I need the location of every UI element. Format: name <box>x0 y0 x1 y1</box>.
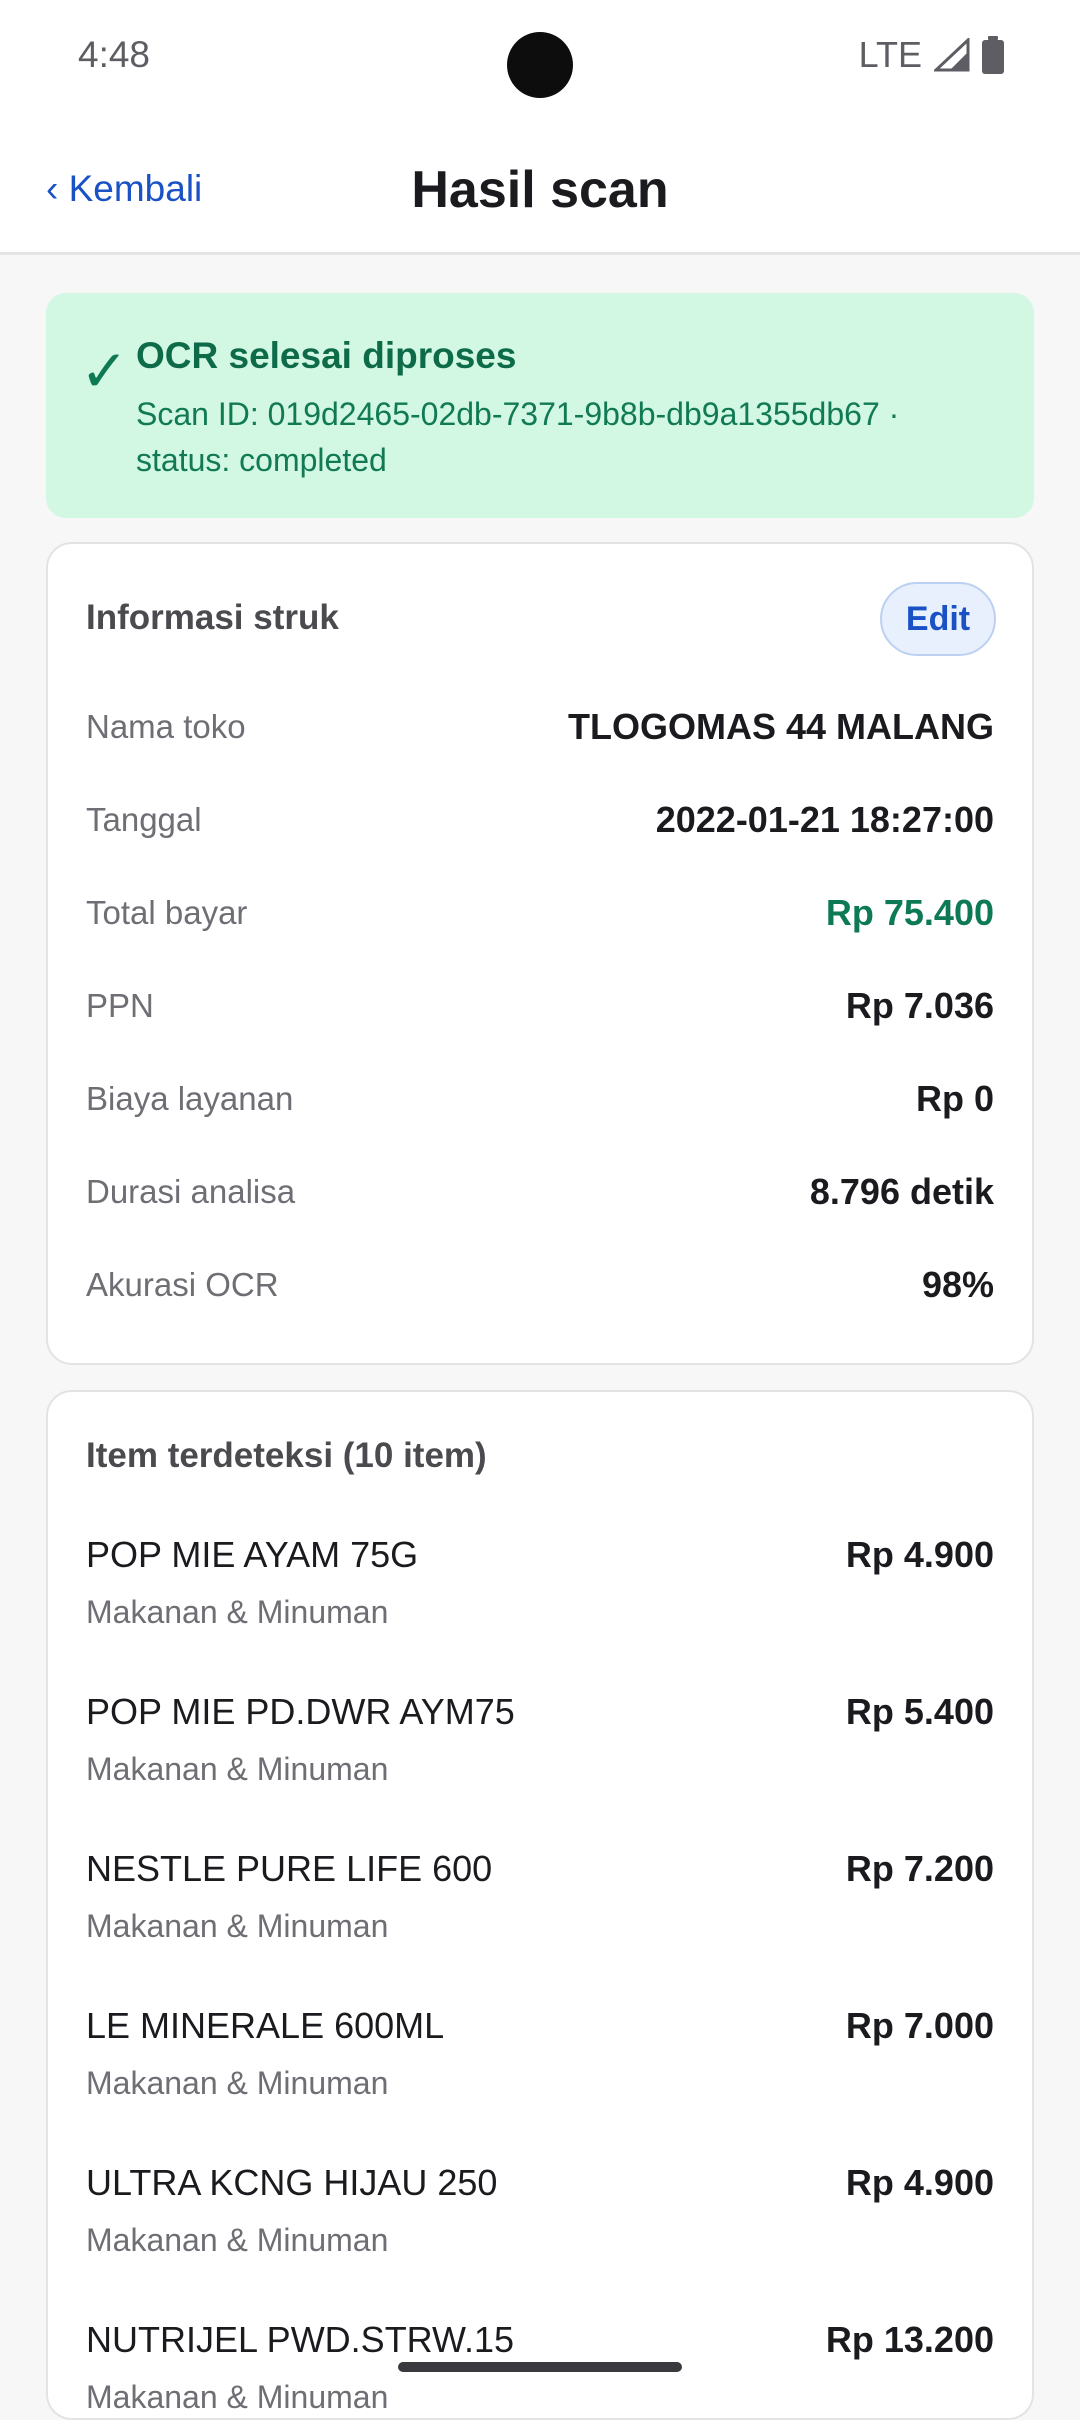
camera-cutout <box>507 32 573 98</box>
detected-items-card: Item terdeteksi (10 item) POP MIE AYAM 7… <box>46 1390 1034 2420</box>
info-row-total: Total bayar Rp 75.400 <box>86 888 994 938</box>
item-name: LE MINERALE 600ML <box>86 2005 445 2046</box>
item-category: Makanan & Minuman <box>86 2222 389 2258</box>
status-icons: LTE <box>859 34 1004 76</box>
item-name: ULTRA KCNG HIJAU 250 <box>86 2162 498 2203</box>
info-row-store: Nama toko TLOGOMAS 44 MALANG <box>86 702 994 752</box>
page-title: Hasil scan <box>411 161 669 219</box>
info-value: 8.796 detik <box>809 1171 994 1212</box>
item-price: Rp 7.000 <box>845 2005 994 2046</box>
list-item[interactable]: NESTLE PURE LIFE 600 Rp 7.200 Makanan & … <box>86 1848 994 1988</box>
info-value: 98% <box>921 1264 994 1305</box>
item-category: Makanan & Minuman <box>86 2065 389 2101</box>
banner-title: OCR selesai diproses <box>136 335 517 376</box>
item-name: NESTLE PURE LIFE 600 <box>86 1848 493 1889</box>
home-indicator[interactable] <box>398 2362 682 2372</box>
info-label: Total bayar <box>86 894 248 931</box>
network-type: LTE <box>858 34 922 75</box>
info-value: TLOGOMAS 44 MALANG <box>567 706 994 747</box>
app-bar: ‹ Kembali Hasil scan <box>0 118 1080 255</box>
info-label: Tanggal <box>86 801 202 838</box>
item-name: NUTRIJEL PWD.STRW.15 <box>86 2319 515 2360</box>
item-name: POP MIE AYAM 75G <box>86 1534 419 1575</box>
item-category: Makanan & Minuman <box>86 1594 389 1630</box>
list-item[interactable]: LE MINERALE 600ML Rp 7.000 Makanan & Min… <box>86 2005 994 2145</box>
item-category: Makanan & Minuman <box>86 2379 389 2415</box>
check-icon: ✓ <box>80 339 129 404</box>
info-value-total: Rp 75.400 <box>825 892 994 933</box>
info-row-accuracy: Akurasi OCR 98% <box>86 1260 994 1310</box>
info-row-ppn: PPN Rp 7.036 <box>86 981 994 1031</box>
info-value: Rp 0 <box>915 1078 994 1119</box>
info-row-duration: Durasi analisa 8.796 detik <box>86 1167 994 1217</box>
item-price: Rp 13.200 <box>825 2319 994 2360</box>
edit-button[interactable]: Edit <box>880 582 996 656</box>
info-label: Nama toko <box>86 708 246 745</box>
item-price: Rp 4.900 <box>845 1534 994 1575</box>
receipt-info-title: Informasi struk <box>86 598 339 637</box>
item-price: Rp 5.400 <box>845 1691 994 1732</box>
info-label: PPN <box>86 987 154 1024</box>
list-item[interactable]: POP MIE AYAM 75G Rp 4.900 Makanan & Minu… <box>86 1534 994 1674</box>
item-category: Makanan & Minuman <box>86 1908 389 1944</box>
info-row-service-fee: Biaya layanan Rp 0 <box>86 1074 994 1124</box>
list-item[interactable]: ULTRA KCNG HIJAU 250 Rp 4.900 Makanan & … <box>86 2162 994 2302</box>
banner-subtitle: Scan ID: 019d2465-02db-7371-9b8b-db9a135… <box>136 396 900 478</box>
info-value: Rp 7.036 <box>845 985 994 1026</box>
item-name: POP MIE PD.DWR AYM75 <box>86 1691 515 1732</box>
info-label: Durasi analisa <box>86 1173 296 1210</box>
item-price: Rp 7.200 <box>845 1848 994 1889</box>
success-banner: ✓ OCR selesai diproses Scan ID: 019d2465… <box>46 293 1034 518</box>
status-time: 4:48 <box>78 34 151 75</box>
receipt-info-card: Informasi struk Edit Nama toko TLOGOMAS … <box>46 542 1034 1365</box>
list-item[interactable]: POP MIE PD.DWR AYM75 Rp 5.400 Makanan & … <box>86 1691 994 1831</box>
info-label: Akurasi OCR <box>86 1266 279 1303</box>
status-bar: 4:48 LTE <box>0 0 1080 118</box>
info-value: 2022-01-21 18:27:00 <box>655 799 994 840</box>
info-label: Biaya layanan <box>86 1080 294 1117</box>
info-row-date: Tanggal 2022-01-21 18:27:00 <box>86 795 994 845</box>
item-category: Makanan & Minuman <box>86 1751 389 1787</box>
battery-icon <box>982 36 1004 74</box>
item-price: Rp 4.900 <box>845 2162 994 2203</box>
signal-icon <box>934 38 970 72</box>
items-title: Item terdeteksi (10 item) <box>86 1436 487 1475</box>
